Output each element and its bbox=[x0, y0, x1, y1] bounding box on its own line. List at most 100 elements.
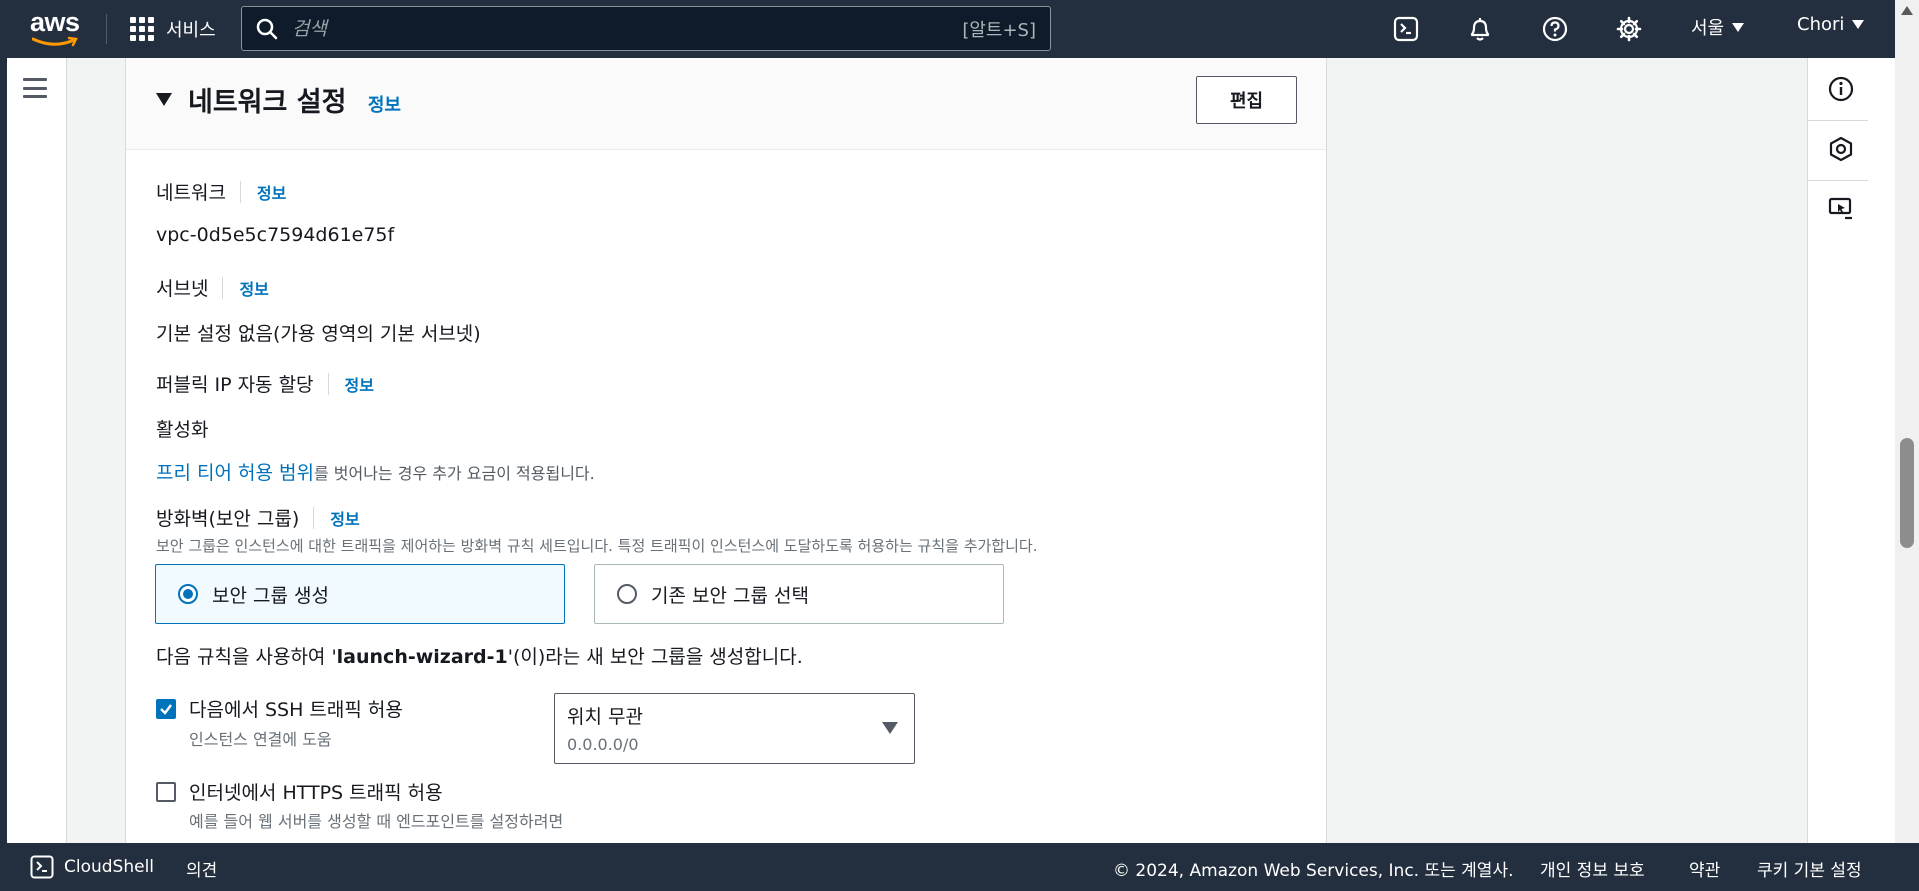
rule-sentence-prefix: 다음 규칙을 사용하여 ' bbox=[156, 646, 337, 668]
section-info-link[interactable]: 정보 bbox=[368, 95, 401, 116]
subnet-info-link[interactable]: 정보 bbox=[239, 276, 268, 300]
firewall-description: 보안 그룹은 인스턴스에 대한 트래픽을 제어하는 방화벽 규칙 세트입니다. … bbox=[156, 537, 1038, 555]
create-security-group-label: 보안 그룹 생성 bbox=[212, 584, 329, 607]
caret-down-icon bbox=[1732, 22, 1745, 32]
network-settings-panel: 네트워크 설정 정보 편집 네트워크 정보 vpc-0d5e5c7594d61e… bbox=[125, 58, 1327, 843]
allow-ssh-checkbox[interactable] bbox=[156, 699, 176, 719]
select-existing-security-group-label: 기존 보안 그룹 선택 bbox=[651, 584, 809, 607]
firewall-info-link[interactable]: 정보 bbox=[330, 506, 359, 530]
privacy-link[interactable]: 개인 정보 보호 bbox=[1540, 856, 1645, 881]
search-shortcut: [알트+S] bbox=[962, 19, 1036, 41]
cloudshell-icon bbox=[30, 855, 54, 879]
collapse-toggle-icon[interactable] bbox=[156, 93, 172, 106]
services-menu[interactable]: 서비스 bbox=[130, 12, 216, 46]
region-label: 서울 bbox=[1691, 18, 1725, 39]
search-bar[interactable]: [알트+S] bbox=[241, 6, 1051, 51]
dropdown-arrow-icon bbox=[882, 722, 898, 734]
footer: CloudShell 의견 © 2024, Amazon Web Service… bbox=[0, 843, 1919, 891]
cloudshell-footer-button[interactable]: CloudShell bbox=[30, 855, 154, 879]
network-info-link[interactable]: 정보 bbox=[257, 180, 286, 204]
left-rail bbox=[7, 58, 67, 843]
security-group-rule-sentence: 다음 규칙을 사용하여 'launch-wizard-1'(이)라는 새 보안 … bbox=[156, 642, 803, 669]
caret-down-icon bbox=[1852, 20, 1865, 29]
subnet-value: 기본 설정 없음(가용 영역의 기본 서브넷) bbox=[156, 323, 481, 345]
top-navigation: aws 서비스 [알트+S] bbox=[0, 0, 1919, 58]
copyright-text: © 2024, Amazon Web Services, Inc. 또는 계열사… bbox=[1113, 861, 1514, 881]
user-menu[interactable]: Chori bbox=[1797, 14, 1865, 35]
grid-icon bbox=[130, 17, 154, 41]
divider bbox=[327, 372, 329, 395]
bell-icon bbox=[1470, 18, 1490, 41]
public-ip-label: 퍼블릭 IP 자동 할당 bbox=[156, 374, 314, 396]
help-icon bbox=[1542, 16, 1568, 42]
radio-unselected-icon[interactable] bbox=[617, 584, 637, 604]
region-menu[interactable]: 서울 bbox=[1691, 14, 1745, 40]
page-scrollbar[interactable] bbox=[1895, 0, 1919, 891]
services-label: 서비스 bbox=[166, 20, 216, 41]
search-icon bbox=[256, 18, 278, 39]
right-rail bbox=[1807, 58, 1895, 843]
subnet-label-row: 서브넷 정보 bbox=[156, 274, 269, 301]
subnet-label: 서브넷 bbox=[156, 278, 209, 300]
info-panel-button[interactable] bbox=[1826, 74, 1856, 104]
help-button[interactable] bbox=[1538, 12, 1572, 46]
scroll-thumb[interactable] bbox=[1900, 438, 1914, 548]
allow-https-label[interactable]: 인터넷에서 HTTPS 트래픽 허용 bbox=[189, 778, 443, 805]
hamburger-menu-icon[interactable] bbox=[23, 78, 47, 98]
radio-selected-icon[interactable] bbox=[178, 584, 198, 604]
firewall-label: 방화벽(보안 그룹) bbox=[156, 508, 300, 530]
screen-pointer-icon bbox=[1828, 197, 1852, 220]
nav-divider bbox=[106, 14, 107, 44]
screen-pointer-button[interactable] bbox=[1826, 194, 1856, 224]
terms-link[interactable]: 약관 bbox=[1689, 856, 1720, 881]
panel-header: 네트워크 설정 정보 편집 bbox=[126, 58, 1326, 150]
free-tier-note-text: 를 벗어나는 경우 추가 요금이 적용됩니다. bbox=[313, 464, 595, 483]
workspace: 네트워크 설정 정보 편집 네트워크 정보 vpc-0d5e5c7594d61e… bbox=[7, 58, 1895, 843]
allow-ssh-label[interactable]: 다음에서 SSH 트래픽 허용 bbox=[189, 695, 403, 722]
edit-button[interactable]: 편집 bbox=[1196, 76, 1297, 124]
scroll-up-icon[interactable] bbox=[1901, 6, 1913, 15]
cloudshell-label: CloudShell bbox=[64, 857, 155, 877]
free-tier-note: 프리 티어 허용 범위를 벗어나는 경우 추가 요금이 적용됩니다. bbox=[156, 458, 595, 485]
network-value: vpc-0d5e5c7594d61e75f bbox=[156, 224, 395, 246]
network-label: 네트워크 bbox=[156, 182, 226, 204]
create-security-group-option[interactable]: 보안 그룹 생성 bbox=[155, 564, 565, 624]
allow-ssh-description: 인스턴스 연결에 도움 bbox=[189, 730, 332, 749]
allow-https-description: 예를 들어 웹 서버를 생성할 때 엔드포인트를 설정하려면 bbox=[189, 812, 564, 831]
page-title: 네트워크 설정 정보 bbox=[188, 80, 401, 119]
hexagon-panel-button[interactable] bbox=[1826, 134, 1856, 164]
security-group-name: launch-wizard-1 bbox=[336, 646, 508, 668]
aws-logo-text: aws bbox=[30, 7, 80, 37]
rule-sentence-suffix: '(이)라는 새 보안 그룹을 생성합니다. bbox=[507, 646, 803, 668]
info-icon bbox=[1828, 76, 1854, 102]
cloudshell-icon bbox=[1393, 16, 1419, 42]
checkmark-icon bbox=[160, 704, 172, 715]
user-label: Chori bbox=[1797, 14, 1845, 35]
notifications-button[interactable] bbox=[1463, 12, 1497, 46]
ssh-source-select[interactable]: 위치 무관 0.0.0.0/0 bbox=[554, 693, 915, 764]
firewall-label-row: 방화벽(보안 그룹) 정보 bbox=[156, 504, 360, 531]
public-ip-value: 활성화 bbox=[156, 419, 209, 441]
settings-button[interactable] bbox=[1612, 12, 1646, 46]
allow-https-checkbox[interactable] bbox=[156, 782, 176, 802]
hexagon-icon bbox=[1829, 136, 1853, 162]
ssh-source-value: 위치 무관 bbox=[567, 706, 643, 728]
public-ip-label-row: 퍼블릭 IP 자동 할당 정보 bbox=[156, 370, 374, 397]
cookie-preferences-link[interactable]: 쿠키 기본 설정 bbox=[1757, 856, 1862, 881]
divider bbox=[222, 276, 224, 299]
divider bbox=[239, 180, 241, 203]
select-existing-security-group-option[interactable]: 기존 보안 그룹 선택 bbox=[594, 564, 1004, 624]
section-title: 네트워크 설정 bbox=[188, 87, 347, 118]
aws-smile-icon bbox=[32, 36, 78, 47]
feedback-link[interactable]: 의견 bbox=[186, 856, 217, 881]
search-input[interactable] bbox=[292, 17, 963, 40]
divider bbox=[313, 506, 315, 529]
cloudshell-button[interactable] bbox=[1389, 12, 1423, 46]
free-tier-link[interactable]: 프리 티어 허용 범위 bbox=[156, 462, 314, 484]
public-ip-info-link[interactable]: 정보 bbox=[345, 372, 374, 396]
divider bbox=[1808, 120, 1868, 121]
aws-logo[interactable]: aws bbox=[30, 9, 84, 49]
gear-icon bbox=[1616, 16, 1642, 42]
ssh-source-cidr: 0.0.0.0/0 bbox=[567, 735, 639, 754]
divider bbox=[1808, 180, 1868, 181]
